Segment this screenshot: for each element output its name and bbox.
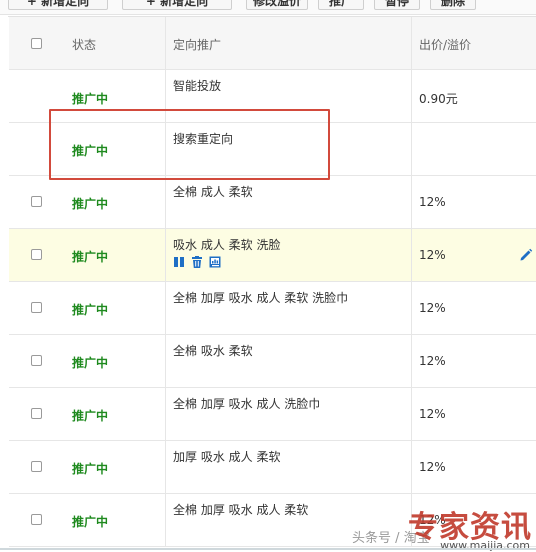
row-checkbox[interactable]	[31, 514, 42, 525]
target-name: 吸水 成人 柔软 洗脸	[173, 238, 281, 252]
pencil-icon[interactable]	[519, 248, 533, 262]
modify-premium-button[interactable]: 修改溢价	[246, 0, 308, 10]
status-header: 状态	[72, 38, 97, 52]
table-row: 推广中 全棉 吸水 柔软 12%	[9, 335, 536, 388]
price-value: 12%	[419, 301, 446, 315]
target-name: 全棉 成人 柔软	[173, 185, 253, 199]
select-all-checkbox[interactable]	[31, 38, 42, 49]
table-row: 推广中 全棉 成人 柔软 12%	[9, 176, 536, 229]
highlight-annotation-box	[49, 109, 330, 180]
status-text: 推广中	[72, 250, 109, 264]
target-name: 智能投放	[173, 79, 222, 93]
table-row: 推广中 全棉 加厚 吸水 成人 柔软 洗脸巾 12%	[9, 282, 536, 335]
table-row: 推广中 吸水 成人 柔软 洗脸 12%	[9, 229, 536, 282]
status-text: 推广中	[72, 303, 109, 317]
table-row: 推广中 全棉 加厚 吸水 成人 洗脸巾 12%	[9, 388, 536, 441]
target-header: 定向推广	[173, 38, 222, 52]
status-text: 推广中	[72, 197, 109, 211]
pause-icon[interactable]	[173, 256, 185, 268]
target-name: 加厚 吸水 成人 柔软	[173, 450, 281, 464]
row-checkbox[interactable]	[31, 408, 42, 419]
add-target-button-2[interactable]: + 新增定向	[122, 0, 232, 10]
price-value: 12%	[419, 354, 446, 368]
add-target-button[interactable]: + 新增定向	[8, 0, 108, 10]
row-checkbox[interactable]	[31, 355, 42, 366]
price-value: 12%	[419, 248, 446, 262]
status-text: 推广中	[72, 462, 109, 476]
target-name: 全棉 加厚 吸水 成人 洗脸巾	[173, 397, 321, 411]
toolbar: + 新增定向 + 新增定向 修改溢价 推广 暂停 删除	[0, 0, 536, 15]
table-row: 推广中 全棉 加厚 吸水 成人 柔软 12%	[9, 494, 536, 547]
status-text: 推广中	[72, 356, 109, 370]
delete-button[interactable]: 删除	[430, 0, 476, 10]
price-value: 12%	[419, 407, 446, 421]
table-row: 推广中 加厚 吸水 成人 柔软 12%	[9, 441, 536, 494]
status-text: 推广中	[72, 409, 109, 423]
price-value: 12%	[419, 513, 446, 527]
row-checkbox[interactable]	[31, 302, 42, 313]
promote-button[interactable]: 推广	[318, 0, 364, 10]
target-name: 全棉 加厚 吸水 成人 柔软	[173, 503, 309, 517]
status-text: 推广中	[72, 515, 109, 529]
row-checkbox[interactable]	[31, 461, 42, 472]
pause-button[interactable]: 暂停	[374, 0, 420, 10]
price-header: 出价/溢价	[419, 38, 472, 52]
targeting-table: 状态 定向推广 出价/溢价 推广中 智能投放 0.90元 推广中 搜索重定向 推…	[8, 16, 536, 547]
row-checkbox[interactable]	[31, 249, 42, 260]
row-checkbox[interactable]	[31, 196, 42, 207]
price-value: 12%	[419, 460, 446, 474]
table-header: 状态 定向推广 出价/溢价	[9, 17, 536, 70]
trash-icon[interactable]	[191, 256, 203, 268]
target-name: 全棉 吸水 柔软	[173, 344, 253, 358]
status-text: 推广中	[72, 92, 109, 106]
price-value: 0.90元	[419, 92, 458, 106]
target-name: 全棉 加厚 吸水 成人 柔软 洗脸巾	[173, 291, 349, 305]
report-icon[interactable]	[209, 256, 221, 268]
price-value: 12%	[419, 195, 446, 209]
row-actions	[173, 256, 221, 268]
